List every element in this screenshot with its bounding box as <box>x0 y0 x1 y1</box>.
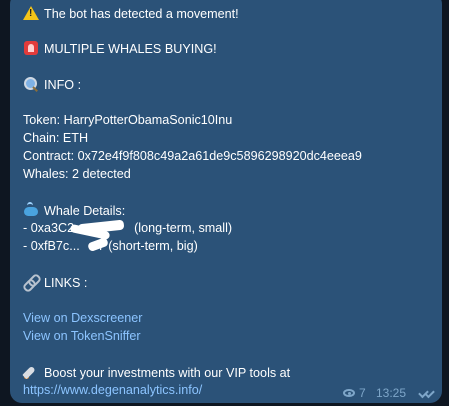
whale-details-text: Whale Details: <box>44 204 126 218</box>
alert-text: The bot has detected a movement! <box>44 7 239 21</box>
info-header-text: INFO : <box>44 78 82 92</box>
whale-2-suffix: 7 (short-term, big) <box>97 239 198 253</box>
contract-line: Contract: 0x72e4f9f808c49a2a61de9c589629… <box>23 149 362 163</box>
promo-text: Boost your investments with our VIP tool… <box>44 366 291 380</box>
whale-details-header: Whale Details: <box>23 202 125 219</box>
whale-2-prefix: - 0xfB7c... <box>23 239 80 253</box>
whale-2-line: - 0xfB7c... 7 (short-term, big) <box>23 238 198 254</box>
message-time: 13:25 <box>376 386 407 400</box>
whales-count-line: Whales: 2 detected <box>23 167 131 181</box>
dexscreener-link[interactable]: View on Dexscreener <box>23 310 142 326</box>
link-icon <box>21 272 43 294</box>
whale-1-prefix: - 0xa3C2 <box>23 221 75 235</box>
double-check-icon <box>418 387 438 400</box>
view-count: 7 <box>359 386 366 400</box>
alert-line: ! The bot has detected a movement! <box>23 5 239 22</box>
links-header-text: LINKS : <box>44 276 88 290</box>
headline-line: MULTIPLE WHALES BUYING! <box>23 40 217 57</box>
promo-url-link[interactable]: https://www.degenanalytics.info/ <box>23 382 202 398</box>
promo-line: Boost your investments with our VIP tool… <box>22 364 291 381</box>
tokensniffer-link[interactable]: View on TokenSniffer <box>23 328 141 344</box>
warning-icon: ! <box>23 5 39 21</box>
info-header: INFO : <box>23 76 81 93</box>
whale-1-suffix: (long-term, small) <box>134 221 233 235</box>
siren-icon <box>23 40 39 56</box>
headline-text: MULTIPLE WHALES BUYING! <box>44 42 217 56</box>
rocket-icon <box>22 364 39 380</box>
eye-icon <box>343 389 355 397</box>
magnifier-icon <box>23 76 39 92</box>
whale-1-line: - 0xa3C2 (long-term, small) <box>23 220 232 236</box>
whale-icon <box>23 202 39 218</box>
links-header: LINKS : <box>21 272 88 294</box>
chat-view: ! The bot has detected a movement! MULTI… <box>0 0 449 406</box>
chain-line: Chain: ETH <box>23 131 89 145</box>
token-line: Token: HarryPotterObamaSonic10Inu <box>23 113 233 127</box>
